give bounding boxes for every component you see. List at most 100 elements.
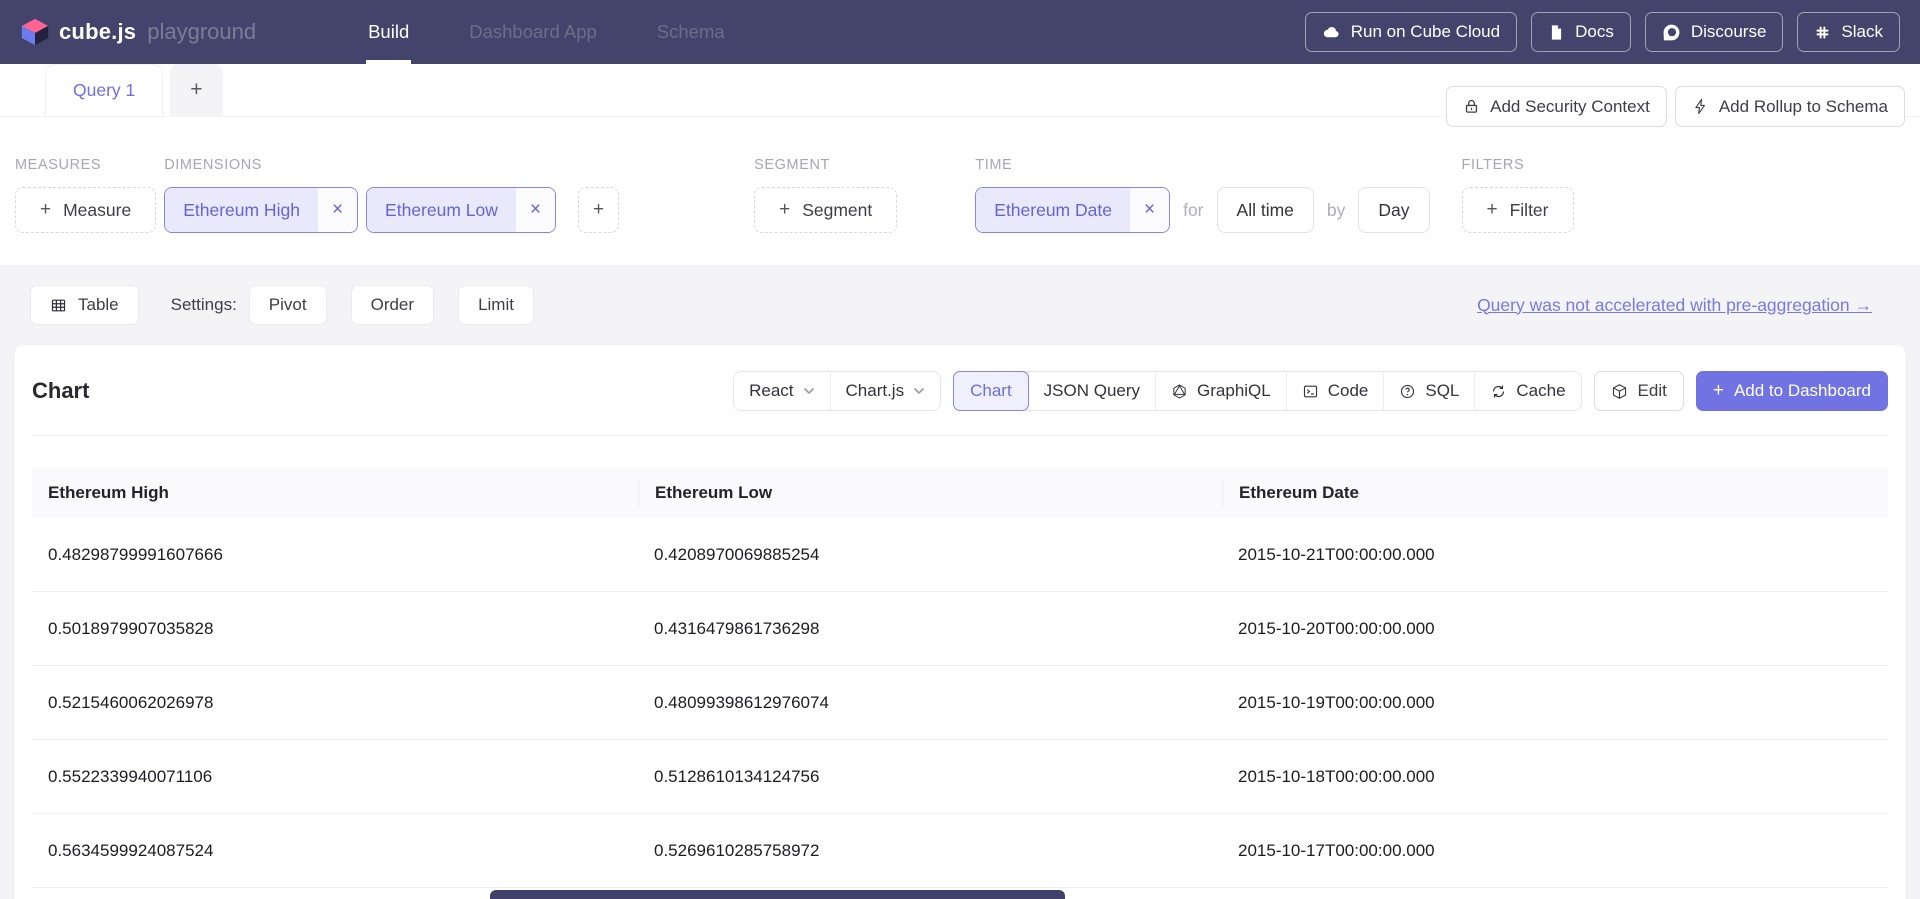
table-row: 0.5634599924087524 0.5269610285758972 20… — [32, 814, 1888, 888]
measures-label: MEASURES — [15, 157, 156, 173]
chart-title: Chart — [32, 378, 89, 404]
time-section: TIME Ethereum Date × for All time by Day — [975, 157, 1429, 233]
chevron-down-icon — [803, 387, 815, 395]
framework-select[interactable]: React — [734, 372, 829, 410]
tab-graphiql[interactable]: GraphiQL — [1155, 372, 1286, 410]
granularity-button[interactable]: Day — [1358, 187, 1429, 233]
main-nav-tabs: Build Dashboard App Schema — [368, 0, 725, 64]
table-row: 0.5522339940071106 0.5128610134124756 20… — [32, 740, 1888, 814]
date-range-button[interactable]: All time — [1217, 187, 1314, 233]
preaggregation-link[interactable]: Query was not accelerated with pre-aggre… — [1477, 295, 1872, 316]
limit-button[interactable]: Limit — [458, 285, 534, 325]
library-select[interactable]: Chart.js — [830, 372, 941, 410]
column-header-ethereum-date[interactable]: Ethereum Date — [1222, 479, 1888, 507]
document-icon — [1548, 24, 1565, 41]
plus-icon: + — [40, 199, 51, 221]
close-icon[interactable]: × — [1130, 188, 1169, 232]
column-header-ethereum-low[interactable]: Ethereum Low — [638, 479, 1222, 507]
close-icon[interactable]: × — [516, 188, 555, 232]
terminal-icon — [1302, 383, 1319, 400]
cell-ethereum-low: 0.4316479861736298 — [638, 619, 1222, 639]
cloud-icon — [1322, 23, 1341, 42]
filters-label: FILTERS — [1462, 157, 1574, 173]
order-button[interactable]: Order — [351, 285, 434, 325]
plus-icon: + — [1487, 199, 1498, 221]
nav-tab-schema[interactable]: Schema — [657, 0, 725, 64]
chart-card-header: Chart React Chart.js Chart JSON — [32, 345, 1888, 436]
dimension-chip-ethereum-high[interactable]: Ethereum High × — [164, 187, 358, 233]
cell-ethereum-date: 2015-10-20T00:00:00.000 — [1222, 619, 1888, 639]
framework-library-selectors: React Chart.js — [733, 371, 941, 411]
time-chip-ethereum-date[interactable]: Ethereum Date × — [975, 187, 1170, 233]
nav-tab-build[interactable]: Build — [368, 0, 409, 64]
result-table-header: Ethereum High Ethereum Low Ethereum Date — [32, 468, 1888, 518]
cell-ethereum-low: 0.5269610285758972 — [638, 841, 1222, 861]
query-builder: MEASURES + Measure DIMENSIONS Ethereum H… — [0, 117, 1920, 265]
add-filter-button[interactable]: + Filter — [1462, 187, 1574, 233]
cell-ethereum-low: 0.4208970069885254 — [638, 545, 1222, 565]
docs-button[interactable]: Docs — [1531, 12, 1631, 52]
add-dimension-button[interactable]: + — [578, 187, 619, 233]
plus-icon: + — [1713, 380, 1724, 402]
dimensions-section: DIMENSIONS Ethereum High × Ethereum Low … — [164, 157, 619, 233]
logo-primary-text: cube.js — [59, 19, 136, 45]
cubejs-logo: cube.js playground — [20, 17, 256, 47]
add-measure-button[interactable]: + Measure — [15, 187, 156, 233]
chevron-down-icon — [913, 387, 925, 395]
add-rollup-to-schema-button[interactable]: Add Rollup to Schema — [1675, 86, 1905, 127]
cell-ethereum-date: 2015-10-17T00:00:00.000 — [1222, 841, 1888, 861]
view-mode-tabs: Chart JSON Query GraphiQL — [953, 371, 1581, 411]
result-table: Ethereum High Ethereum Low Ethereum Date… — [32, 468, 1888, 888]
cell-ethereum-date: 2015-10-21T00:00:00.000 — [1222, 545, 1888, 565]
for-label: for — [1183, 200, 1203, 221]
close-icon[interactable]: × — [318, 188, 357, 232]
dimensions-label: DIMENSIONS — [164, 157, 619, 173]
query-tab-1[interactable]: Query 1 — [45, 64, 163, 116]
chart-card: Chart React Chart.js Chart JSON — [14, 345, 1906, 899]
tab-sql[interactable]: SQL — [1383, 372, 1474, 410]
cell-ethereum-date: 2015-10-19T00:00:00.000 — [1222, 693, 1888, 713]
column-header-ethereum-high[interactable]: Ethereum High — [32, 483, 638, 503]
codesandbox-icon — [1611, 383, 1628, 400]
settings-label: Settings: — [171, 295, 237, 315]
add-security-context-button[interactable]: Add Security Context — [1446, 86, 1667, 127]
table-view-button[interactable]: Table — [30, 285, 139, 325]
lightning-icon — [1692, 98, 1709, 115]
time-label: TIME — [975, 157, 1429, 173]
table-row: 0.48298799991607666 0.4208970069885254 2… — [32, 518, 1888, 592]
table-grid-icon — [50, 297, 67, 314]
filters-section: FILTERS + Filter — [1462, 157, 1574, 233]
add-segment-button[interactable]: + Segment — [754, 187, 897, 233]
result-settings-bar: Table Settings: Pivot Order Limit Query … — [0, 265, 1920, 345]
dimension-chip-ethereum-low[interactable]: Ethereum Low × — [366, 187, 556, 233]
chart-toolbar: React Chart.js Chart JSON Query — [733, 371, 1888, 411]
discourse-button[interactable]: Discourse — [1645, 12, 1784, 52]
cell-ethereum-high: 0.5018979907035828 — [32, 619, 638, 639]
slack-icon — [1814, 24, 1831, 41]
edit-button[interactable]: Edit — [1594, 371, 1684, 411]
question-circle-icon — [1399, 383, 1416, 400]
add-query-tab-button[interactable]: + — [170, 64, 222, 116]
tab-json-query[interactable]: JSON Query — [1028, 372, 1155, 410]
table-row: 0.5215460062026978 0.48099398612976074 2… — [32, 666, 1888, 740]
slack-button[interactable]: Slack — [1797, 12, 1900, 52]
cell-ethereum-low: 0.48099398612976074 — [638, 693, 1222, 713]
cell-ethereum-low: 0.5128610134124756 — [638, 767, 1222, 787]
nav-tab-dashboard-app[interactable]: Dashboard App — [469, 0, 597, 64]
cell-ethereum-high: 0.48298799991607666 — [32, 545, 638, 565]
cell-ethereum-date: 2015-10-18T00:00:00.000 — [1222, 767, 1888, 787]
tab-chart[interactable]: Chart — [953, 371, 1029, 411]
sync-icon — [1490, 383, 1507, 400]
top-navbar: cube.js playground Build Dashboard App S… — [0, 0, 1920, 64]
segment-label: SEGMENT — [754, 157, 897, 173]
tab-code[interactable]: Code — [1286, 372, 1384, 410]
lock-icon — [1463, 98, 1480, 115]
table-row: 0.5018979907035828 0.4316479861736298 20… — [32, 592, 1888, 666]
tab-cache[interactable]: Cache — [1474, 372, 1580, 410]
cell-ethereum-high: 0.5634599924087524 — [32, 841, 638, 861]
add-to-dashboard-button[interactable]: + Add to Dashboard — [1696, 371, 1888, 411]
measures-section: MEASURES + Measure — [15, 157, 156, 233]
run-on-cube-cloud-button[interactable]: Run on Cube Cloud — [1305, 12, 1517, 52]
discourse-icon — [1662, 23, 1681, 42]
pivot-button[interactable]: Pivot — [249, 285, 327, 325]
